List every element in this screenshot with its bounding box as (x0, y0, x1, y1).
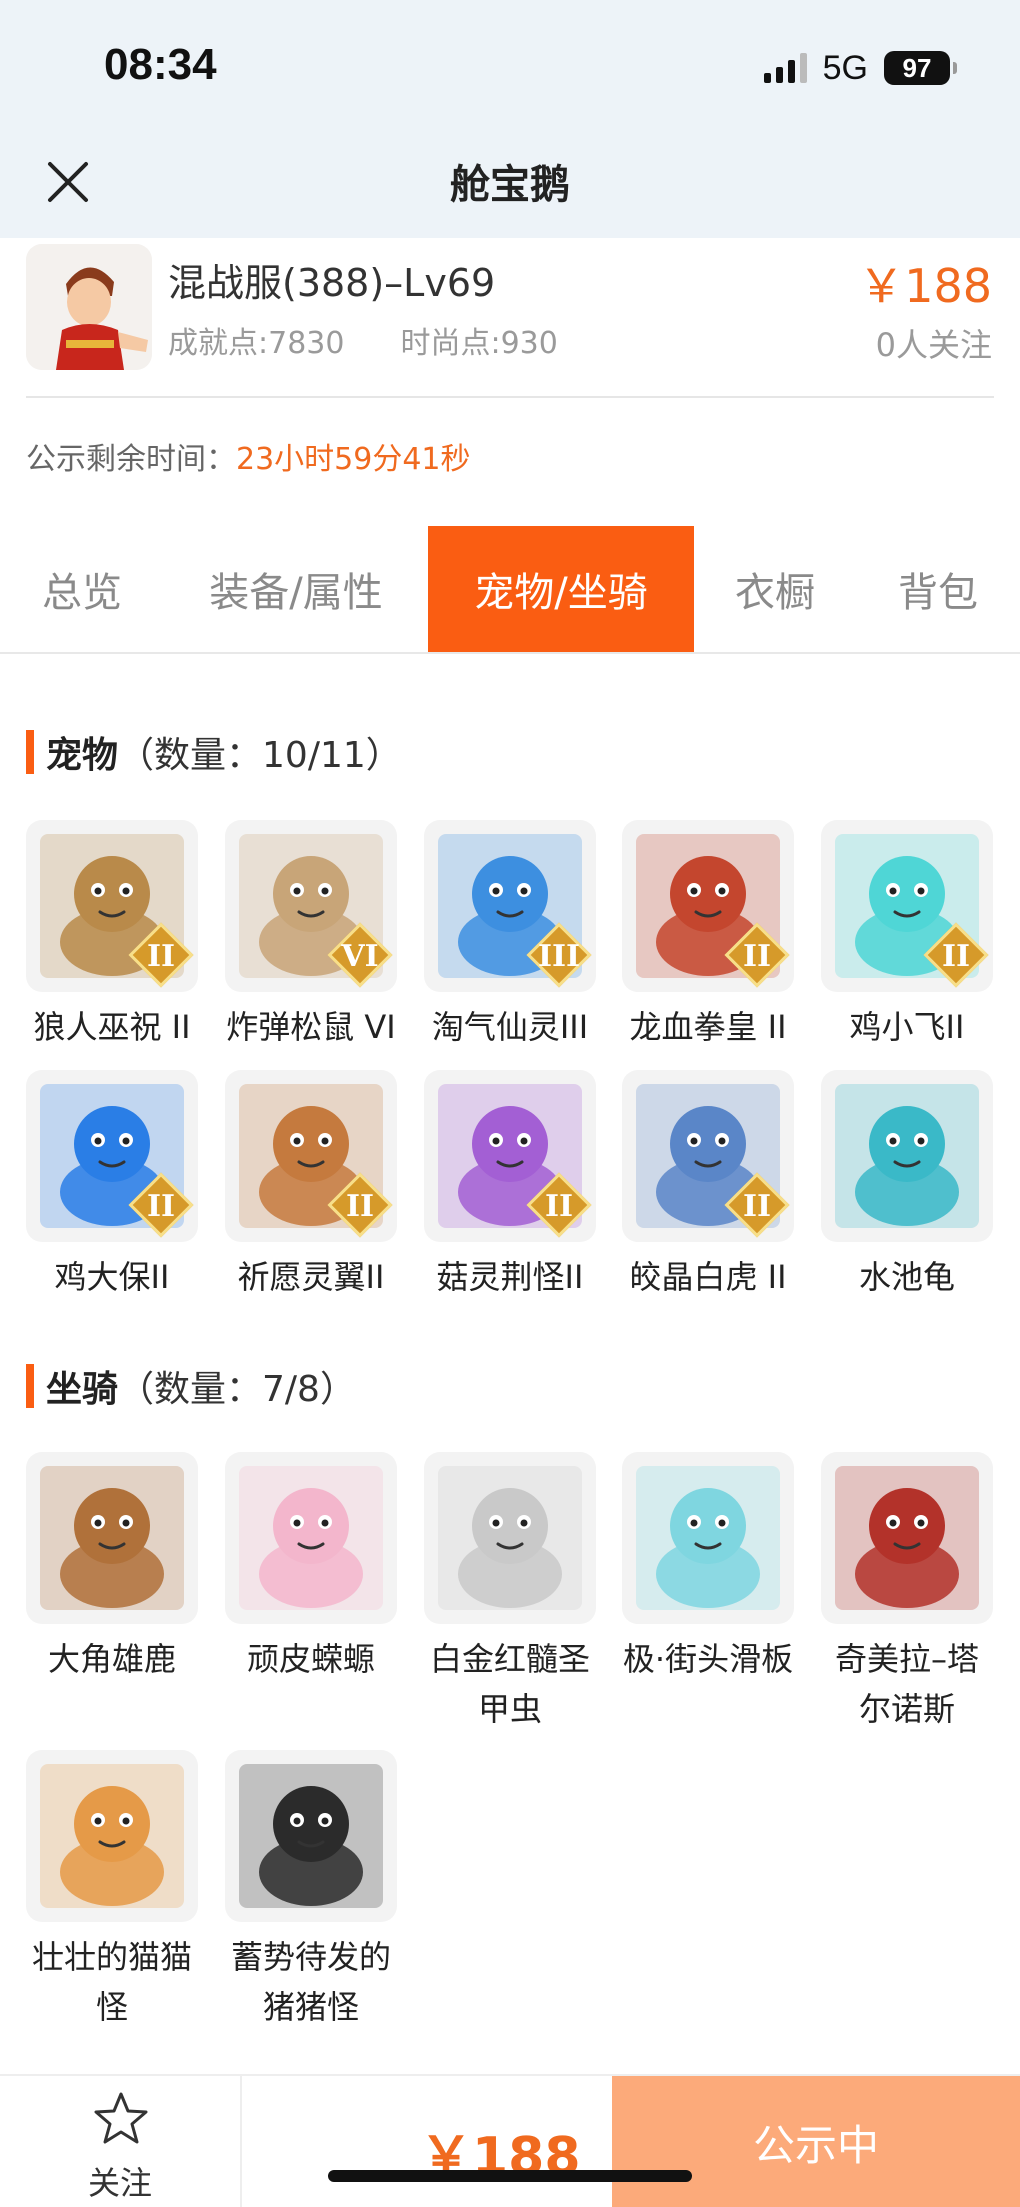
battery-icon: 97 (884, 51, 957, 85)
item-label: 壮壮的猫猫怪 (31, 1938, 192, 2026)
grid-item[interactable]: 蓄势待发的猪猪怪 (225, 1750, 397, 2032)
pets-section-title: 宠物 (46, 735, 119, 776)
pets-section-header: 宠物 （数量：10/11） (26, 728, 402, 776)
item-stats: 成就点:7830 时尚点:930 (168, 318, 558, 362)
werewolf-pet-icon: II (26, 820, 198, 992)
item-label: 菇灵荆怪II (436, 1258, 584, 1296)
skateboard-mount-icon (622, 1452, 794, 1624)
network-type: 5G (822, 48, 868, 87)
mounts-section-title: 坐骑 (46, 1369, 119, 1410)
tier-badge-text: VI (341, 939, 379, 974)
grid-item[interactable]: II 菇灵荆怪II (424, 1070, 596, 1302)
item-label: 祈愿灵翼II (237, 1258, 385, 1296)
bottom-bar: 关注 ￥188 公示中 (0, 2074, 1020, 2207)
item-label: 鸡小飞II (849, 1008, 965, 1046)
follow-label: 关注 (87, 2164, 152, 2202)
tab-pets-mounts[interactable]: 宠物/坐骑 (428, 526, 694, 652)
grid-item[interactable]: III 淘气仙灵III (424, 820, 596, 1052)
grid-item[interactable]: 大角雄鹿 (26, 1452, 198, 1684)
item-price: ￥188 (858, 259, 992, 313)
grid-item[interactable]: II 鸡大保II (26, 1070, 198, 1302)
item-label: 水池龟 (858, 1258, 955, 1296)
countdown-value: 23小时59分41秒 (236, 442, 471, 477)
item-label: 大角雄鹿 (47, 1640, 176, 1678)
grid-item[interactable]: II 鸡小飞II (821, 820, 993, 1052)
item-label: 奇美拉–塔尔诺斯 (834, 1640, 979, 1728)
grid-item[interactable]: 白金红髓圣甲虫 (424, 1452, 596, 1734)
grid-item[interactable]: 极·街头滑板 (622, 1452, 794, 1684)
grid-item[interactable]: 顽皮蝾螈 (225, 1452, 397, 1684)
item-label: 蓄势待发的猪猪怪 (230, 1938, 391, 2026)
tier-badge-text: II (146, 939, 176, 974)
dragon-fighter-pet-icon: II (622, 820, 794, 992)
item-label: 极·街头滑板 (622, 1640, 794, 1678)
server-level: 混战服(388)–Lv69 (168, 261, 496, 305)
follow-button[interactable]: 关注 (0, 2076, 242, 2207)
status-indicators: 5G 97 (763, 48, 957, 88)
item-label: 鸡大保II (54, 1258, 170, 1296)
item-label: 龙血拳皇 II (629, 1008, 787, 1046)
character-avatar (26, 244, 152, 370)
tier-badge-text: II (345, 1189, 375, 1224)
countdown-label: 公示剩余时间： (26, 442, 236, 477)
grid-item[interactable]: II 狼人巫祝 II (26, 820, 198, 1052)
tier-badge-text: II (146, 1189, 176, 1224)
salamander-mount-icon (225, 1452, 397, 1624)
blue-chicken-pet-icon: II (26, 1070, 198, 1242)
white-tiger-pet-icon: II (622, 1070, 794, 1242)
item-label: 白金红髓圣甲虫 (429, 1640, 590, 1728)
grid-item[interactable]: II 龙血拳皇 II (622, 820, 794, 1052)
mounts-section-header: 坐骑 （数量：7/8） (26, 1362, 356, 1410)
divider (26, 396, 994, 398)
follower-count: 0人关注 (875, 326, 992, 364)
chick-fighter-pet-icon: II (821, 820, 993, 992)
tier-badge-text: II (941, 939, 971, 974)
item-label: 淘气仙灵III (431, 1008, 589, 1046)
grid-item[interactable]: 奇美拉–塔尔诺斯 (821, 1452, 993, 1734)
pond-turtle-pet-icon (821, 1070, 993, 1242)
tab-equipment[interactable]: 装备/属性 (164, 526, 428, 652)
signal-icon (763, 53, 807, 83)
mushroom-sprite-pet-icon: II (424, 1070, 596, 1242)
cat-monster-mount-icon (26, 1750, 198, 1922)
griffin-pet-icon: II (225, 1070, 397, 1242)
home-indicator (328, 2170, 692, 2182)
grid-item[interactable]: VI 炸弹松鼠 VI (225, 820, 397, 1052)
fashion-points: 时尚点:930 (400, 326, 558, 361)
scarab-mount-icon (424, 1452, 596, 1624)
tier-badge-text: III (537, 939, 581, 974)
chimera-mount-icon (821, 1452, 993, 1624)
grid-item[interactable]: II 祈愿灵翼II (225, 1070, 397, 1302)
status-time: 08:34 (104, 40, 217, 89)
item-label: 狼人巫祝 II (33, 1008, 191, 1046)
section-marker (26, 730, 34, 774)
stag-mount-icon (26, 1452, 198, 1624)
publicity-countdown: 公示剩余时间：23小时59分41秒 (26, 434, 471, 478)
tier-badge-text: II (742, 1189, 772, 1224)
tab-bar: 总览 装备/属性 宠物/坐骑 衣橱 背包 (0, 526, 1020, 654)
page: 08:34 5G 97 舱宝鹅 混战服(388)–Lv69 成就点:7830 时… (0, 0, 1020, 2207)
pets-section-count: （数量：10/11） (118, 735, 402, 776)
tab-overview[interactable]: 总览 (0, 526, 164, 652)
item-label: 炸弹松鼠 VI (226, 1008, 396, 1046)
tier-badge-text: II (544, 1189, 574, 1224)
tab-wardrobe[interactable]: 衣橱 (694, 526, 856, 652)
tab-backpack[interactable]: 背包 (856, 526, 1020, 652)
section-marker (26, 1364, 34, 1408)
achievement-points: 成就点:7830 (168, 326, 345, 361)
squirrel-pet-icon: VI (225, 820, 397, 992)
publicity-state-button[interactable]: 公示中 (612, 2076, 1020, 2207)
page-title: 舱宝鹅 (450, 162, 570, 208)
blue-dog-pet-icon: III (424, 820, 596, 992)
tier-badge-text: II (742, 939, 772, 974)
star-icon (94, 2092, 148, 2144)
top-bar: 08:34 5G 97 舱宝鹅 (0, 0, 1020, 238)
mounts-section-count: （数量：7/8） (118, 1369, 356, 1410)
grid-item[interactable]: 壮壮的猫猫怪 (26, 1750, 198, 2032)
grid-item[interactable]: II 皎晶白虎 II (622, 1070, 794, 1302)
pig-monster-mount-icon (225, 1750, 397, 1922)
grid-item[interactable]: 水池龟 (821, 1070, 993, 1302)
item-label: 顽皮蝾螈 (246, 1640, 375, 1678)
item-label: 皎晶白虎 II (629, 1258, 787, 1296)
